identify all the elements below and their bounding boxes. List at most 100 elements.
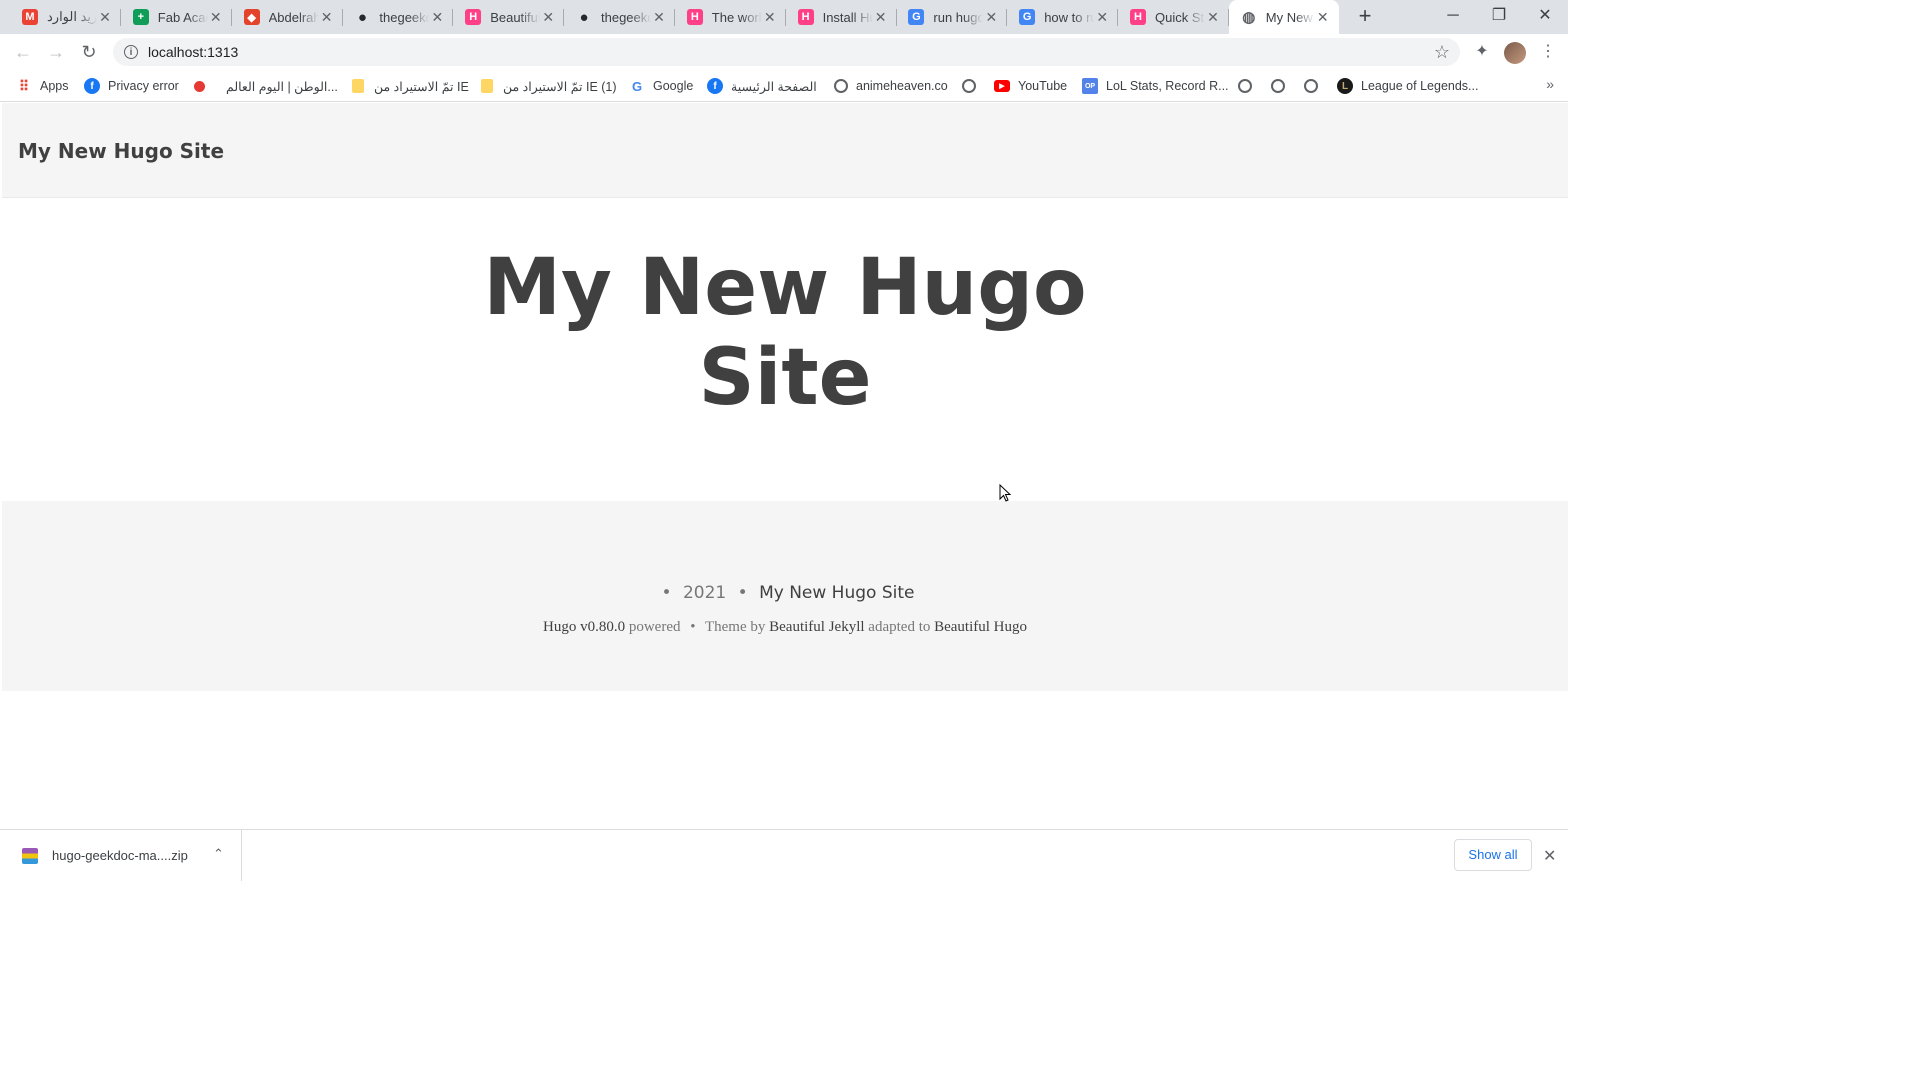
- tab-close-icon[interactable]: ✕: [1315, 9, 1331, 26]
- address-bar[interactable]: i localhost:1313 ☆: [113, 38, 1460, 66]
- tab-title: Install Hugo: [822, 9, 873, 25]
- tab-close-icon[interactable]: ✕: [1094, 9, 1110, 26]
- browser-tab[interactable]: H Beautiful Hugo✕: [453, 0, 565, 34]
- bookmark-item[interactable]: animeheaven.co: [834, 77, 948, 95]
- bookmark-label: تمّ الاستيراد من IE: [374, 79, 469, 94]
- close-window-icon[interactable]: ✕: [1535, 6, 1555, 26]
- browser-tab[interactable]: + Fab Academy✕: [121, 0, 232, 34]
- tab-close-icon[interactable]: ✕: [651, 9, 667, 26]
- extensions-icon[interactable]: ✦: [1472, 42, 1492, 62]
- bookmarks-overflow-icon[interactable]: »: [1546, 76, 1554, 92]
- browser-tab[interactable]: H Quick Start✕: [1118, 0, 1229, 34]
- bookmark-item[interactable]: ⠿ Apps: [16, 77, 69, 95]
- browser-tab[interactable]: ● thegeekdoc✕: [564, 0, 675, 34]
- red-dot-icon: [194, 80, 205, 92]
- new-tab-button[interactable]: +: [1354, 5, 1376, 27]
- facebook-icon: f: [84, 78, 100, 94]
- tab-close-icon[interactable]: ✕: [208, 9, 224, 26]
- bookmark-label: LoL Stats, Record R...: [1106, 79, 1229, 93]
- tab-title: البريد الوارد: [47, 9, 97, 24]
- footer-bullet: •: [661, 583, 672, 603]
- browser-tab[interactable]: ◆ Abdelrahman✕: [232, 0, 343, 34]
- beautiful-hugo-link[interactable]: Beautiful Hugo: [934, 619, 1027, 635]
- forward-icon[interactable]: →: [45, 41, 67, 63]
- tab-close-icon[interactable]: ✕: [873, 9, 889, 26]
- reload-icon[interactable]: ↻: [78, 41, 100, 63]
- globe-icon: [1271, 79, 1285, 93]
- opgg-icon: OP: [1082, 78, 1098, 94]
- bookmark-item[interactable]: [1304, 77, 1326, 95]
- bookmark-label: YouTube: [1018, 79, 1068, 93]
- google-icon: G: [908, 9, 925, 25]
- bookmark-item[interactable]: G Google: [629, 77, 693, 95]
- hugo-version-link[interactable]: Hugo v0.80.0: [543, 619, 625, 635]
- download-item[interactable]: hugo-geekdoc-ma....zip ⌃: [0, 830, 242, 881]
- bookmark-item[interactable]: [1271, 77, 1293, 95]
- hugo-icon: H: [797, 9, 814, 25]
- tab-close-icon[interactable]: ✕: [319, 9, 335, 26]
- zip-file-icon: [22, 847, 38, 864]
- site-navbar: My New Hugo Site: [2, 103, 1568, 198]
- tab-close-icon[interactable]: ✕: [762, 9, 778, 26]
- download-filename[interactable]: hugo-geekdoc-ma....zip: [52, 848, 188, 863]
- browser-tab[interactable]: M البريد الوارد✕: [10, 0, 121, 34]
- site-brand-link[interactable]: My New Hugo Site: [18, 139, 224, 163]
- browser-tab[interactable]: ● thegeekdoc✕: [342, 0, 454, 34]
- tab-close-icon[interactable]: ✕: [540, 9, 556, 26]
- bookmark-item[interactable]: f Privacy error: [84, 77, 179, 95]
- bookmark-item[interactable]: الوطن | اليوم العالم...: [226, 77, 338, 95]
- beautiful-jekyll-link[interactable]: Beautiful Jekyll: [769, 619, 864, 635]
- folder-icon: [352, 79, 364, 93]
- github-icon: ●: [357, 8, 367, 26]
- bookmark-label: تمّ الاستيراد من IE (1): [503, 79, 617, 94]
- menu-kebab-icon[interactable]: ⋮: [1538, 42, 1558, 62]
- profile-avatar[interactable]: [1504, 42, 1526, 64]
- bookmark-label: Privacy error: [108, 79, 179, 93]
- browser-tab[interactable]: ◍ My New Hugo Site✕: [1228, 0, 1339, 34]
- hugo-icon: H: [465, 9, 482, 25]
- browser-tab[interactable]: H Install Hugo✕: [786, 0, 897, 34]
- footer-site-link[interactable]: My New Hugo Site: [759, 583, 914, 603]
- bookmark-item[interactable]: تمّ الاستيراد من IE: [352, 77, 469, 95]
- tab-close-icon[interactable]: ✕: [983, 9, 999, 26]
- bookmark-item[interactable]: [962, 77, 984, 95]
- bookmark-label: League of Legends...: [1361, 79, 1479, 93]
- bookmark-item[interactable]: OP LoL Stats, Record R...: [1082, 77, 1229, 95]
- browser-tab[interactable]: Grun hugo ✕: [896, 0, 1008, 34]
- tab-close-icon[interactable]: ✕: [97, 9, 113, 26]
- bookmark-item[interactable]: f الصفحة الرئيسية: [707, 77, 817, 95]
- tab-title: My New Hugo Site: [1265, 9, 1315, 25]
- page-title: My New Hugo Site: [2, 243, 1568, 423]
- show-all-button[interactable]: Show all: [1454, 839, 1532, 871]
- bookmark-item[interactable]: ▶ YouTube: [994, 77, 1067, 95]
- page-title-line1: My New Hugo: [483, 243, 1087, 333]
- league-icon: L: [1337, 78, 1353, 94]
- powered-text: powered: [628, 619, 681, 635]
- tab-title: Beautiful Hugo: [490, 9, 541, 25]
- globe-icon: [962, 79, 976, 93]
- browser-tab[interactable]: H The world✕: [675, 0, 786, 34]
- bookmark-label: الوطن | اليوم العالم...: [226, 79, 338, 94]
- bookmark-label: الصفحة الرئيسية: [731, 79, 817, 94]
- adapted-to-text: adapted to: [868, 619, 931, 635]
- site-info-icon[interactable]: i: [124, 45, 138, 59]
- address-url[interactable]: localhost:1313: [148, 44, 238, 60]
- bookmark-item[interactable]: L League of Legends...: [1337, 77, 1478, 95]
- close-shelf-icon[interactable]: ✕: [1543, 846, 1556, 866]
- bookmark-item[interactable]: تمّ الاستيراد من IE (1): [481, 77, 617, 95]
- bookmark-label: Google: [653, 79, 694, 93]
- minimize-icon[interactable]: ─: [1443, 6, 1463, 26]
- chevron-up-icon[interactable]: ⌃: [213, 846, 224, 862]
- github-icon: ●: [579, 8, 589, 26]
- google-icon: G: [631, 78, 643, 94]
- tab-title: Quick Start: [1155, 9, 1205, 25]
- restore-icon[interactable]: ❐: [1489, 6, 1509, 26]
- tab-title: thegeekdoc: [601, 9, 651, 25]
- bookmark-item[interactable]: [1238, 77, 1260, 95]
- tab-close-icon[interactable]: ✕: [1205, 9, 1221, 26]
- browser-tab[interactable]: Ghow to run✕: [1007, 0, 1119, 34]
- bookmark-item[interactable]: [194, 77, 213, 95]
- back-icon[interactable]: ←: [12, 41, 34, 63]
- bookmark-star-icon[interactable]: ☆: [1434, 42, 1450, 63]
- tab-close-icon[interactable]: ✕: [429, 9, 445, 26]
